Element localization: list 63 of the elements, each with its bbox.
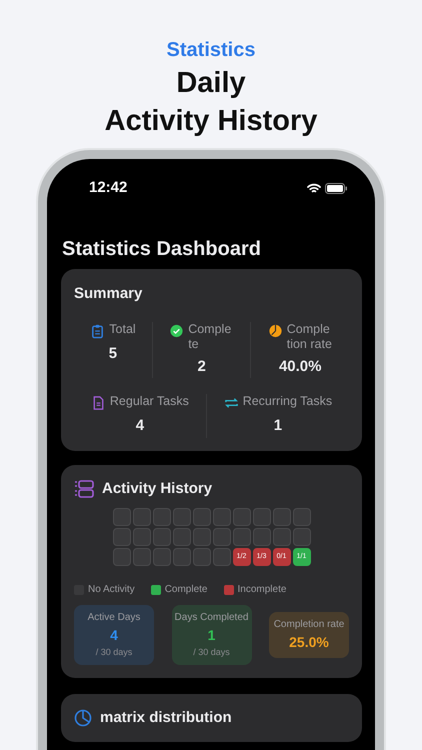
- wifi-icon: [307, 182, 321, 194]
- day-cell: [152, 548, 170, 566]
- page-title: Statistics Dashboard: [62, 236, 261, 262]
- pie-chart-icon: [268, 322, 283, 338]
- day-cell: [192, 528, 210, 546]
- day-cell: [232, 508, 250, 526]
- stat-value: 25.0%: [288, 632, 330, 652]
- stat-label: Regular Tasks: [110, 394, 189, 409]
- day-cell: [252, 528, 270, 546]
- battery-icon: [325, 182, 347, 194]
- day-cell: [172, 528, 190, 546]
- day-cell: [212, 508, 230, 526]
- day-cell: [172, 548, 190, 566]
- legend-label: No Activity: [88, 583, 135, 597]
- stat-value: 5: [108, 344, 118, 364]
- promo-headline: Activity History: [104, 105, 318, 137]
- day-cell: [152, 508, 170, 526]
- card-title: Activity History: [102, 478, 212, 498]
- day-cell: [192, 508, 210, 526]
- stat-label: Completion rate: [272, 618, 346, 632]
- stat-label: Active Days: [86, 611, 142, 625]
- day-cell: [252, 508, 270, 526]
- day-cell: [112, 508, 130, 526]
- day-cell: [272, 528, 290, 546]
- day-cell: [172, 508, 190, 526]
- legend-label: Incomplete: [238, 583, 286, 597]
- day-cell: [132, 548, 150, 566]
- stat-value: 2: [198, 356, 206, 376]
- card-title: matrix distribution: [100, 708, 232, 728]
- promo-eyebrow: Statistics: [166, 38, 256, 62]
- stat-value: 1: [274, 416, 282, 436]
- promo-headline: Daily: [176, 67, 246, 99]
- day-cell: [192, 548, 210, 566]
- day-cell: [292, 528, 310, 546]
- stat-label: Total: [109, 322, 136, 336]
- day-cell: [132, 528, 150, 546]
- day-cell: [152, 528, 170, 546]
- day-cell: [132, 508, 150, 526]
- day-cell: [272, 508, 290, 526]
- day-cell: [292, 508, 310, 526]
- list-icon: [74, 480, 94, 498]
- legend-label: Complete: [164, 583, 208, 597]
- day-cell: [112, 528, 130, 546]
- day-cell: [212, 548, 230, 566]
- stat-value: 1: [206, 626, 216, 645]
- stat-caption: / 30 days: [94, 646, 134, 659]
- document-icon: [90, 395, 106, 411]
- stat-label: Completion rate: [286, 322, 333, 352]
- check-icon: [169, 322, 184, 338]
- day-cell: [112, 548, 130, 566]
- stat-value: 40.0%: [278, 356, 322, 376]
- stat-caption: / 30 days: [192, 646, 231, 659]
- stat-label: Days Completed: [174, 611, 250, 625]
- stat-label: Recurring Tasks: [242, 394, 332, 409]
- stat-value: 4: [136, 416, 144, 436]
- day-cell: [232, 528, 250, 546]
- card-title: Summary: [74, 284, 142, 304]
- stat-label: Complete: [188, 322, 232, 352]
- status-time: 12:42: [89, 178, 128, 198]
- day-cell: [212, 528, 230, 546]
- stat-value: 4: [109, 626, 119, 645]
- pie-chart-icon: [74, 708, 92, 727]
- clipboard-icon: [90, 322, 106, 338]
